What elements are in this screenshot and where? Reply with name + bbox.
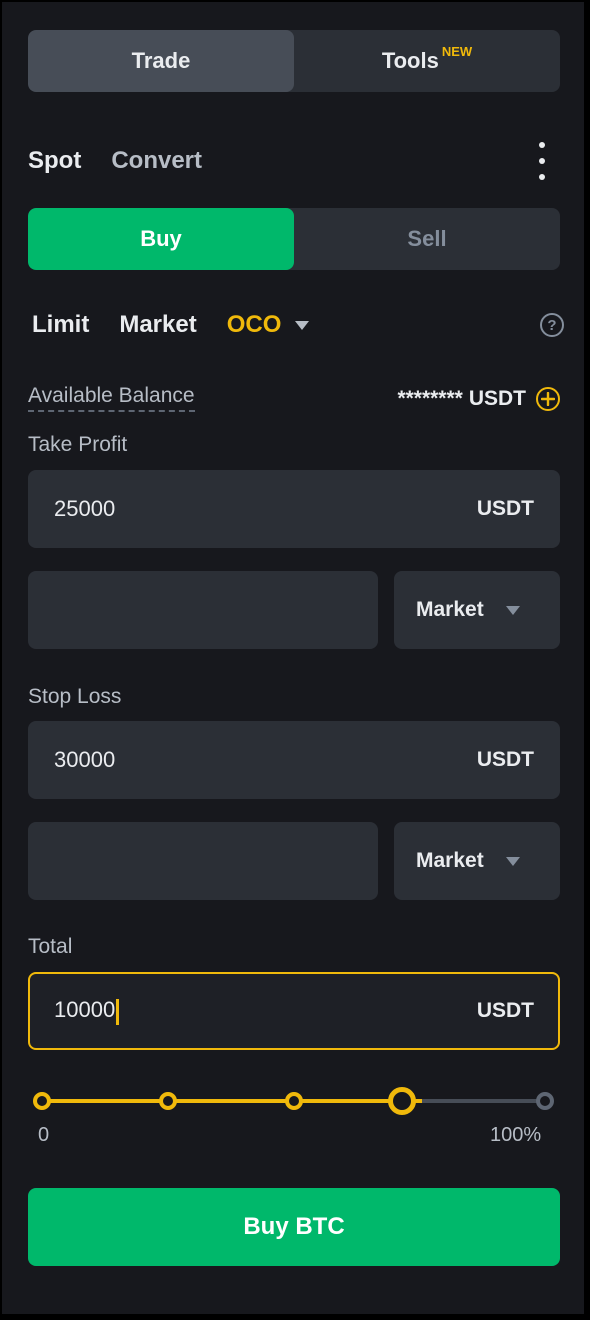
chevron-down-icon (505, 605, 520, 615)
total-input[interactable]: 10000 USDT (28, 972, 560, 1050)
tab-trade-label: Trade (131, 48, 191, 73)
stop-loss-order-type-select[interactable]: Market (394, 822, 560, 900)
slider-step-100[interactable] (536, 1092, 554, 1110)
balance-unit: USDT (468, 387, 526, 410)
stop-loss-label: Stop Loss (28, 685, 122, 708)
slider-step-50[interactable] (285, 1092, 303, 1110)
order-type-oco-label: OCO (226, 311, 282, 338)
more-options-icon[interactable] (534, 142, 550, 180)
chevron-down-icon (295, 320, 310, 330)
amount-slider[interactable] (28, 1086, 560, 1116)
help-icon[interactable]: ? (540, 313, 564, 337)
order-type-tabs: Limit Market OCO (32, 307, 310, 343)
new-badge: NEW (441, 43, 473, 59)
tab-trade[interactable]: Trade (28, 30, 294, 92)
trade-panel: Trade Tools NEW Spot Convert Buy Sell Li… (2, 2, 584, 1314)
take-profit-unit: USDT (476, 497, 534, 520)
text-caret (116, 998, 120, 1025)
buy-tab[interactable]: Buy (28, 208, 294, 270)
balance-amount: ******** (397, 387, 463, 410)
slider-fill (38, 1099, 422, 1103)
tab-spot[interactable]: Spot (28, 147, 81, 175)
mode-switch: Trade Tools NEW (28, 30, 560, 92)
total-value-wrap: 10000 (54, 997, 120, 1025)
take-profit-price-input[interactable]: 25000 USDT (28, 470, 560, 548)
buy-btc-button[interactable]: Buy BTC (28, 1188, 560, 1266)
order-type-oco[interactable]: OCO (227, 311, 310, 339)
app-frame: Trade Tools NEW Spot Convert Buy Sell Li… (0, 0, 590, 1320)
slider-max-label: 100% (490, 1124, 542, 1146)
take-profit-price-value: 25000 (54, 496, 116, 521)
total-value: 10000 (54, 997, 116, 1023)
stop-loss-order-type-value: Market (416, 849, 484, 872)
take-profit-order-type-value: Market (416, 598, 484, 621)
order-type-market[interactable]: Market (119, 311, 196, 339)
total-unit: USDT (476, 999, 534, 1022)
tab-convert[interactable]: Convert (111, 147, 202, 175)
tab-tools[interactable]: Tools NEW (294, 30, 560, 92)
take-profit-order-type-select[interactable]: Market (394, 571, 560, 649)
stop-loss-price-input[interactable]: 30000 USDT (28, 721, 560, 799)
tab-tools-label: Tools (381, 48, 439, 73)
available-balance-value: ******** USDT (360, 384, 560, 414)
take-profit-label: Take Profit (28, 433, 128, 456)
slider-min-label: 0 (38, 1124, 50, 1146)
sell-tab[interactable]: Sell (294, 208, 560, 270)
slider-handle[interactable] (388, 1087, 416, 1115)
stop-loss-price-value: 30000 (54, 747, 116, 772)
stop-loss-unit: USDT (476, 748, 534, 771)
market-tabs: Spot Convert (28, 144, 202, 178)
available-balance-label[interactable]: Available Balance (28, 384, 195, 412)
order-type-limit[interactable]: Limit (32, 311, 89, 339)
sell-tab-label: Sell (407, 226, 447, 251)
slider-step-25[interactable] (159, 1092, 177, 1110)
buy-tab-label: Buy (140, 226, 182, 251)
take-profit-limit-input[interactable] (28, 571, 378, 649)
stop-loss-limit-input[interactable] (28, 822, 378, 900)
add-funds-icon[interactable] (536, 387, 560, 411)
chevron-down-icon (505, 856, 520, 866)
help-icon-glyph: ? (547, 316, 557, 334)
slider-step-0[interactable] (33, 1092, 51, 1110)
side-switch: Buy Sell (28, 208, 560, 270)
total-label: Total (28, 935, 73, 958)
